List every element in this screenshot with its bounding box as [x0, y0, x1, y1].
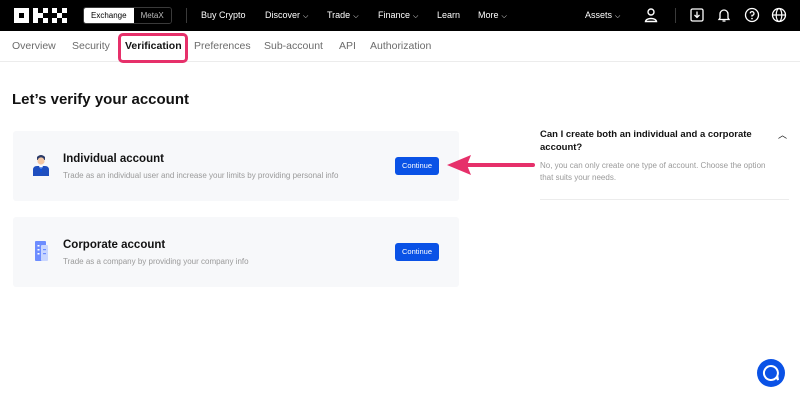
- chat-bubble-icon: [762, 364, 779, 381]
- page-title: Let’s verify your account: [12, 91, 189, 108]
- nav-label: More: [478, 10, 499, 20]
- chat-support-button[interactable]: [757, 359, 785, 387]
- nav-divider: [675, 8, 676, 23]
- help-icon[interactable]: [744, 7, 760, 23]
- person-icon: [33, 155, 49, 176]
- user-icon[interactable]: [643, 7, 659, 23]
- chevron-down-icon: ⌵: [501, 13, 507, 20]
- metax-option[interactable]: MetaX: [133, 8, 171, 23]
- nav-buy-crypto[interactable]: Buy Crypto: [201, 0, 246, 31]
- building-icon: [35, 241, 48, 261]
- verification-highlight-box: [118, 33, 188, 63]
- card-title: Corporate account: [63, 239, 166, 251]
- tab-sub-account[interactable]: Sub-account: [264, 40, 323, 52]
- top-nav: Exchange MetaX Buy Crypto Discover ⌵ Trad…: [0, 0, 800, 31]
- nav-more[interactable]: More ⌵: [478, 0, 507, 31]
- tab-overview[interactable]: Overview: [12, 40, 56, 52]
- individual-continue-button[interactable]: Continue: [395, 157, 439, 175]
- annotation-arrow-icon: [447, 155, 535, 175]
- nav-divider: [186, 8, 187, 23]
- nav-label: Buy Crypto: [201, 10, 246, 20]
- tab-preferences[interactable]: Preferences: [194, 40, 251, 52]
- card-title: Individual account: [63, 153, 164, 165]
- tab-security[interactable]: Security: [72, 40, 110, 52]
- nav-label: Discover: [265, 10, 301, 20]
- card-description: Trade as a company by providing your com…: [63, 257, 249, 266]
- exchange-option[interactable]: Exchange: [84, 8, 134, 23]
- nav-trade[interactable]: Trade ⌵: [327, 0, 359, 31]
- chevron-up-icon[interactable]: ︿: [778, 128, 787, 141]
- exchange-metax-switch[interactable]: Exchange MetaX: [83, 7, 172, 24]
- nav-label: Finance: [378, 10, 411, 20]
- download-icon[interactable]: [689, 7, 705, 23]
- tab-authorization[interactable]: Authorization: [370, 40, 431, 52]
- nav-label: Learn: [437, 10, 461, 20]
- chevron-down-icon: ⌵: [353, 13, 359, 20]
- bell-icon[interactable]: [716, 7, 732, 23]
- nav-label: Trade: [327, 10, 351, 20]
- tab-api[interactable]: API: [339, 40, 356, 52]
- nav-discover[interactable]: Discover ⌵: [265, 0, 308, 31]
- chevron-down-icon: ⌵: [615, 13, 621, 20]
- globe-icon[interactable]: [771, 7, 787, 23]
- nav-label: Assets: [585, 10, 613, 20]
- card-description: Trade as an individual user and increase…: [63, 171, 339, 180]
- faq-answer: No, you can only create one type of acco…: [540, 161, 766, 182]
- okx-logo[interactable]: [14, 8, 68, 23]
- corporate-continue-button[interactable]: Continue: [395, 243, 439, 261]
- faq-question[interactable]: Can I create both an individual and a co…: [540, 129, 775, 154]
- corporate-account-card[interactable]: Corporate account Trade as a company by …: [13, 217, 459, 287]
- nav-assets[interactable]: Assets ⌵: [585, 0, 620, 31]
- nav-learn[interactable]: Learn: [437, 0, 460, 31]
- individual-account-card[interactable]: Individual account Trade as an individua…: [13, 131, 459, 201]
- chevron-down-icon: ⌵: [413, 13, 419, 20]
- chevron-down-icon: ⌵: [303, 13, 309, 20]
- nav-finance[interactable]: Finance ⌵: [378, 0, 418, 31]
- faq-divider: [540, 199, 789, 200]
